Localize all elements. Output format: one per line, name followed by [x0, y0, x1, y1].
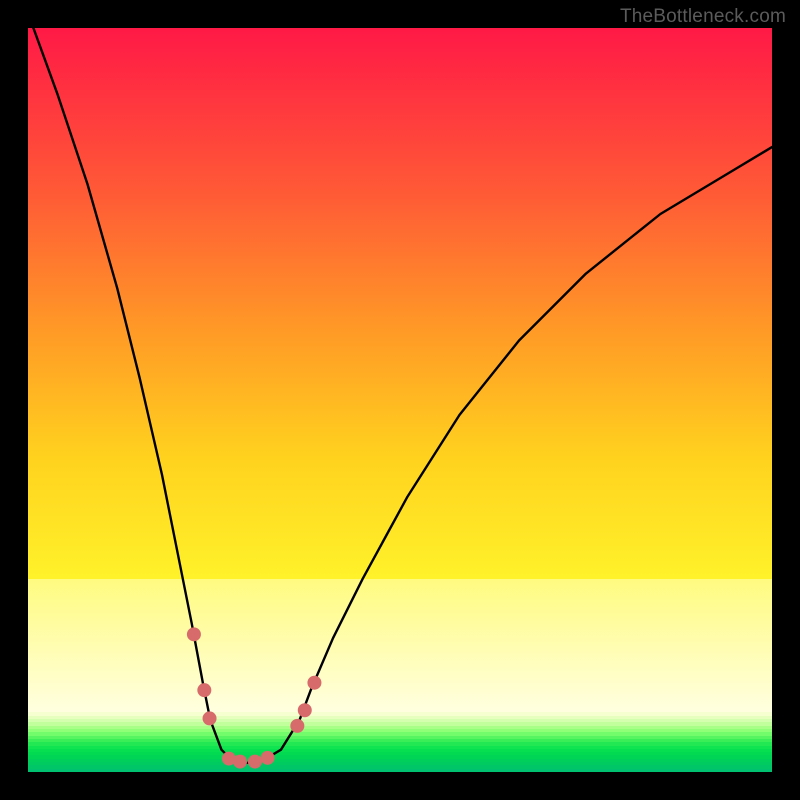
- data-marker: [233, 755, 247, 769]
- data-marker: [197, 683, 211, 697]
- chart-frame: TheBottleneck.com: [0, 0, 800, 800]
- data-marker: [248, 755, 262, 769]
- bottleneck-curve: [28, 28, 772, 763]
- data-marker: [298, 703, 312, 717]
- data-marker: [203, 711, 217, 725]
- plot-area: [28, 28, 772, 772]
- data-marker: [261, 751, 275, 765]
- data-marker: [290, 719, 304, 733]
- data-marker: [307, 676, 321, 690]
- curve-layer: [28, 28, 772, 772]
- data-marker: [187, 627, 201, 641]
- watermark-label: TheBottleneck.com: [620, 6, 786, 28]
